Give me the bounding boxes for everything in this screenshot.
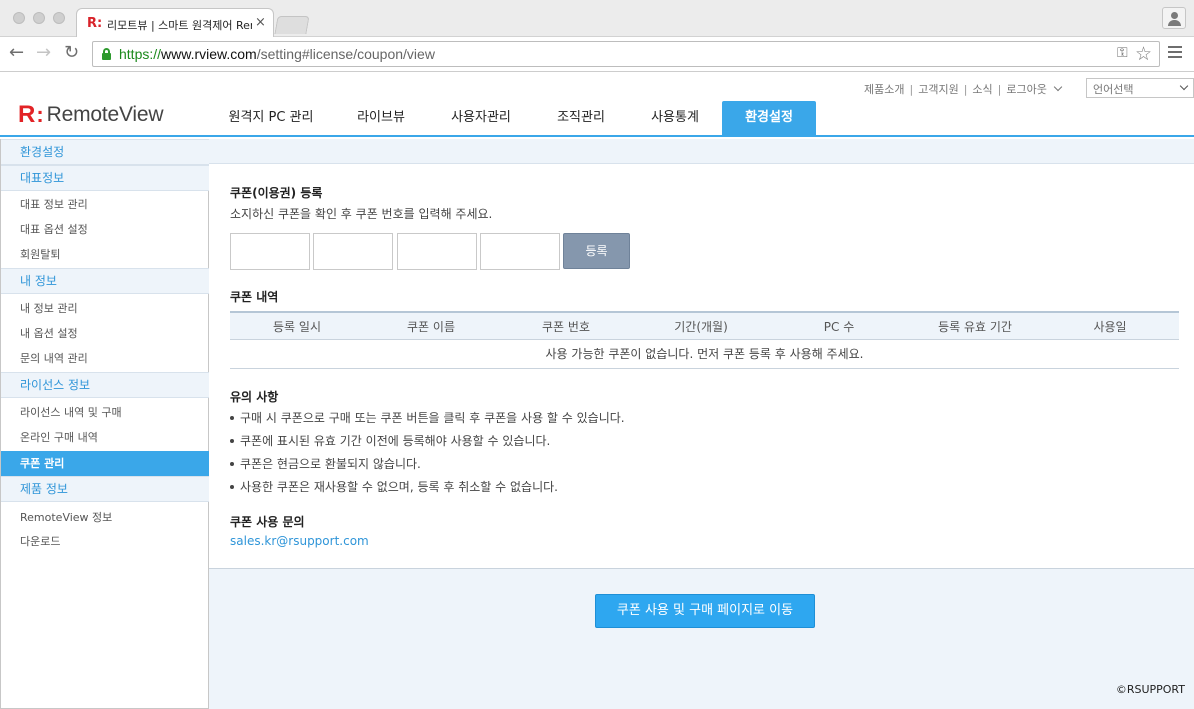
note-item: 사용한 쿠폰은 재사용할 수 없으며, 등록 후 취소할 수 없습니다.: [230, 478, 558, 495]
tab-close-icon[interactable]: ×: [255, 15, 266, 30]
sidebar-heading-my-info[interactable]: 내 정보: [1, 268, 209, 294]
person-icon: [1171, 12, 1178, 19]
sidebar-item-online-purchases[interactable]: 온라인 구매 내역: [1, 425, 209, 450]
chevron-down-icon: [1179, 81, 1189, 91]
sidebar-heading-settings[interactable]: 환경설정: [1, 139, 209, 165]
nav-settings[interactable]: 환경설정: [722, 101, 816, 135]
url-text[interactable]: https://www.rview.com/setting#license/co…: [119, 46, 435, 62]
rview-favicon-icon: R:: [87, 16, 103, 31]
sidebar-item-inquiries[interactable]: 문의 내역 관리: [1, 346, 209, 371]
sidebar-item-download[interactable]: 다운로드: [1, 529, 209, 554]
forward-arrow-icon[interactable]: →: [36, 42, 51, 64]
sidebar-item-my-info[interactable]: 내 정보 관리: [1, 296, 209, 321]
address-bar[interactable]: https://www.rview.com/setting#license/co…: [92, 41, 1160, 67]
new-tab-button[interactable]: [274, 16, 310, 34]
coupon-content: 쿠폰(이용권) 등록 소지하신 쿠폰을 확인 후 쿠폰 번호를 입력해 주세요.…: [209, 164, 1194, 568]
sidebar-item-license-history[interactable]: 라이선스 내역 및 구매: [1, 400, 209, 425]
copyright-text: ©RSUPPORT: [1115, 683, 1185, 696]
nav-organization[interactable]: 조직관리: [534, 101, 628, 135]
sidebar-item-rep-info[interactable]: 대표 정보 관리: [1, 192, 209, 217]
column-header: 쿠폰 이름: [407, 320, 455, 334]
reload-icon[interactable]: ↻: [64, 42, 79, 64]
language-select[interactable]: 언어선택: [1086, 78, 1194, 98]
coupon-purchase-page-button[interactable]: 쿠폰 사용 및 구매 페이지로 이동: [595, 594, 815, 628]
register-title: 쿠폰(이용권) 등록: [230, 186, 323, 200]
column-header: 사용일: [1093, 320, 1127, 334]
coupon-code-field-1[interactable]: [230, 233, 310, 270]
register-button[interactable]: 등록: [563, 233, 630, 269]
column-header: 등록 유효 기간: [938, 320, 1012, 334]
bookmark-star-icon[interactable]: ☆: [1135, 43, 1152, 65]
browser-menu-icon[interactable]: [1168, 46, 1182, 58]
utility-links: 제품소개 | 고객지원 | 소식 | 로그아웃: [864, 81, 1063, 97]
back-arrow-icon[interactable]: ←: [9, 42, 24, 64]
chevron-down-icon[interactable]: [1053, 82, 1063, 92]
content-header-band: [209, 139, 1194, 164]
sidebar-item-withdraw[interactable]: 회원탈퇴: [1, 242, 209, 267]
logo-text: RemoteView: [46, 103, 164, 126]
coupon-table-header: 등록 일시 쿠폰 이름 쿠폰 번호 기간(개월) PC 수 등록 유효 기간 사…: [230, 311, 1179, 340]
bullet-icon: [230, 416, 234, 420]
coupon-code-field-2[interactable]: [313, 233, 393, 270]
site-header: R: RemoteView 제품소개 | 고객지원 | 소식 | 로그아웃 언어선택 원격지 …: [0, 72, 1194, 137]
sidebar-item-my-options[interactable]: 내 옵션 설정: [1, 321, 209, 346]
sidebar-item-remoteview-info[interactable]: RemoteView 정보: [1, 505, 209, 530]
profile-button[interactable]: [1162, 7, 1186, 29]
register-description: 소지하신 쿠폰을 확인 후 쿠폰 번호를 입력해 주세요.: [230, 207, 493, 221]
column-header: 기간(개월): [674, 320, 728, 334]
window-close-button[interactable]: [13, 12, 25, 24]
nav-remote-pc[interactable]: 원격지 PC 관리: [208, 101, 334, 135]
nav-user-management[interactable]: 사용자관리: [428, 101, 534, 135]
coupon-code-field-4[interactable]: [480, 233, 560, 270]
key-icon[interactable]: ⚿: [1117, 45, 1128, 61]
note-item: 쿠폰은 현금으로 환불되지 않습니다.: [230, 455, 421, 472]
util-link-support[interactable]: 고객지원: [918, 83, 958, 96]
coupon-code-field-3[interactable]: [397, 233, 477, 270]
note-item: 구매 시 쿠폰으로 구매 또는 쿠폰 버튼을 클릭 후 쿠폰을 사용 할 수 있…: [230, 409, 625, 426]
logo-mark: R: [18, 101, 36, 128]
remoteview-logo[interactable]: R: RemoteView: [18, 101, 164, 128]
sidebar-heading-license[interactable]: 라이선스 정보: [1, 372, 209, 398]
table-empty-message: 사용 가능한 쿠폰이 없습니다. 먼저 쿠폰 등록 후 사용해 주세요.: [230, 340, 1179, 369]
window-minimize-button[interactable]: [33, 12, 45, 24]
bullet-icon: [230, 485, 234, 489]
browser-tab-strip: R: 리모트뷰 | 스마트 원격제어 Remo ×: [0, 0, 1194, 38]
column-header: PC 수: [823, 320, 855, 334]
lock-icon: [102, 48, 111, 60]
inquiry-email-link[interactable]: sales.kr@rsupport.com: [230, 534, 369, 548]
sidebar-heading-representative[interactable]: 대표정보: [1, 165, 209, 191]
sidebar: 환경설정 대표정보 대표 정보 관리 대표 옵션 설정 회원탈퇴 내 정보 내 …: [0, 139, 209, 709]
window-zoom-button[interactable]: [53, 12, 65, 24]
util-link-product[interactable]: 제품소개: [864, 83, 904, 96]
browser-toolbar: ← → ↻ https://www.rview.com/setting#lice…: [0, 37, 1194, 72]
note-item: 쿠폰에 표시된 유효 기간 이전에 등록해야 사용할 수 있습니다.: [230, 432, 550, 449]
util-link-news[interactable]: 소식: [972, 83, 992, 96]
bullet-icon: [230, 462, 234, 466]
column-header: 등록 일시: [273, 320, 321, 334]
tab-title: 리모트뷰 | 스마트 원격제어 Remo: [107, 19, 252, 32]
nav-liveview[interactable]: 라이브뷰: [334, 101, 428, 135]
sidebar-heading-product[interactable]: 제품 정보: [1, 476, 209, 502]
browser-tab[interactable]: R: 리모트뷰 | 스마트 원격제어 Remo ×: [76, 8, 274, 38]
util-link-logout[interactable]: 로그아웃: [1006, 83, 1046, 96]
column-header: 쿠폰 번호: [542, 320, 590, 334]
nav-statistics[interactable]: 사용통계: [628, 101, 722, 135]
inquiry-title: 쿠폰 사용 문의: [230, 515, 305, 529]
bullet-icon: [230, 439, 234, 443]
sidebar-item-coupons[interactable]: 쿠폰 관리: [1, 451, 209, 476]
footer-area: 쿠폰 사용 및 구매 페이지로 이동 ©RSUPPORT: [209, 568, 1194, 709]
notes-title: 유의 사항: [230, 390, 279, 404]
sidebar-item-rep-options[interactable]: 대표 옵션 설정: [1, 217, 209, 242]
history-title: 쿠폰 내역: [230, 290, 279, 304]
